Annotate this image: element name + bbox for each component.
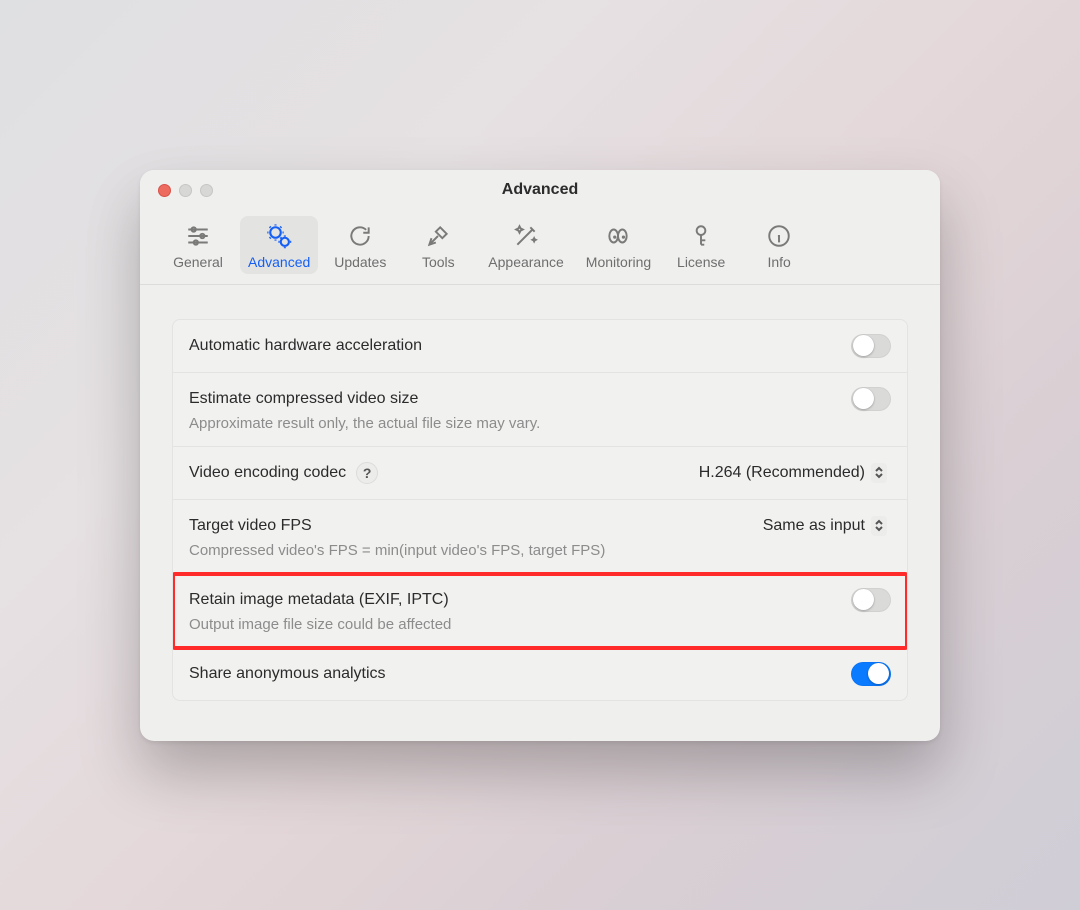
chevron-updown-icon (871, 516, 887, 536)
tab-label: Advanced (248, 254, 310, 270)
tab-label: Updates (334, 254, 386, 270)
chevron-updown-icon (871, 463, 887, 483)
row-analytics: Share anonymous analytics (173, 648, 907, 700)
key-icon (687, 222, 715, 250)
zoom-window-button[interactable] (200, 184, 213, 197)
tab-appearance[interactable]: Appearance (480, 216, 572, 274)
tab-label: Monitoring (586, 254, 651, 270)
toolbar: General Advanced Updates (140, 210, 940, 285)
tab-tools[interactable]: Tools (402, 216, 474, 274)
gears-icon (265, 222, 293, 250)
toggle-estimate-size[interactable] (851, 387, 891, 411)
traffic-lights (158, 184, 213, 197)
refresh-icon (346, 222, 374, 250)
tab-info[interactable]: Info (743, 216, 815, 274)
info-icon (765, 222, 793, 250)
titlebar: Advanced (140, 170, 940, 210)
setting-title: Estimate compressed video size (189, 390, 418, 408)
setting-title: Video encoding codec (189, 464, 346, 482)
tab-label: Tools (422, 254, 455, 270)
setting-title: Share anonymous analytics (189, 665, 386, 683)
tab-label: License (677, 254, 725, 270)
select-value: Same as input (763, 517, 865, 535)
setting-title: Target video FPS (189, 517, 312, 535)
tab-general[interactable]: General (162, 216, 234, 274)
tab-advanced[interactable]: Advanced (240, 216, 318, 274)
window-title: Advanced (502, 181, 578, 199)
row-retain-metadata: Retain image metadata (EXIF, IPTC) Outpu… (173, 574, 907, 648)
setting-title: Retain image metadata (EXIF, IPTC) (189, 591, 449, 609)
row-target-fps: Target video FPS Same as input Compresse… (173, 500, 907, 574)
tab-label: Info (767, 254, 790, 270)
select-video-codec[interactable]: H.264 (Recommended) (691, 461, 891, 485)
setting-subtitle: Compressed video's FPS = min(input video… (189, 542, 891, 559)
minimize-window-button[interactable] (179, 184, 192, 197)
tab-label: General (173, 254, 223, 270)
row-estimate-size: Estimate compressed video size Approxima… (173, 373, 907, 447)
preferences-window: Advanced General Advanced (140, 170, 940, 741)
setting-subtitle: Approximate result only, the actual file… (189, 415, 891, 432)
eyes-icon (604, 222, 632, 250)
help-codec-button[interactable]: ? (356, 462, 378, 484)
select-target-fps[interactable]: Same as input (755, 514, 891, 538)
close-window-button[interactable] (158, 184, 171, 197)
row-video-codec: Video encoding codec ? H.264 (Recommende… (173, 447, 907, 500)
wand-icon (512, 222, 540, 250)
setting-subtitle: Output image file size could be affected (189, 616, 891, 633)
tab-monitoring[interactable]: Monitoring (578, 216, 659, 274)
select-value: H.264 (Recommended) (699, 464, 865, 482)
setting-title: Automatic hardware acceleration (189, 337, 422, 355)
tab-updates[interactable]: Updates (324, 216, 396, 274)
tab-label: Appearance (488, 254, 564, 270)
toggle-hardware-acceleration[interactable] (851, 334, 891, 358)
toggle-analytics[interactable] (851, 662, 891, 686)
settings-content: Automatic hardware acceleration Estimate… (140, 285, 940, 741)
tools-icon (424, 222, 452, 250)
tab-license[interactable]: License (665, 216, 737, 274)
toggle-retain-metadata[interactable] (851, 588, 891, 612)
row-hardware-acceleration: Automatic hardware acceleration (173, 320, 907, 373)
sliders-icon (184, 222, 212, 250)
settings-panel: Automatic hardware acceleration Estimate… (172, 319, 908, 701)
